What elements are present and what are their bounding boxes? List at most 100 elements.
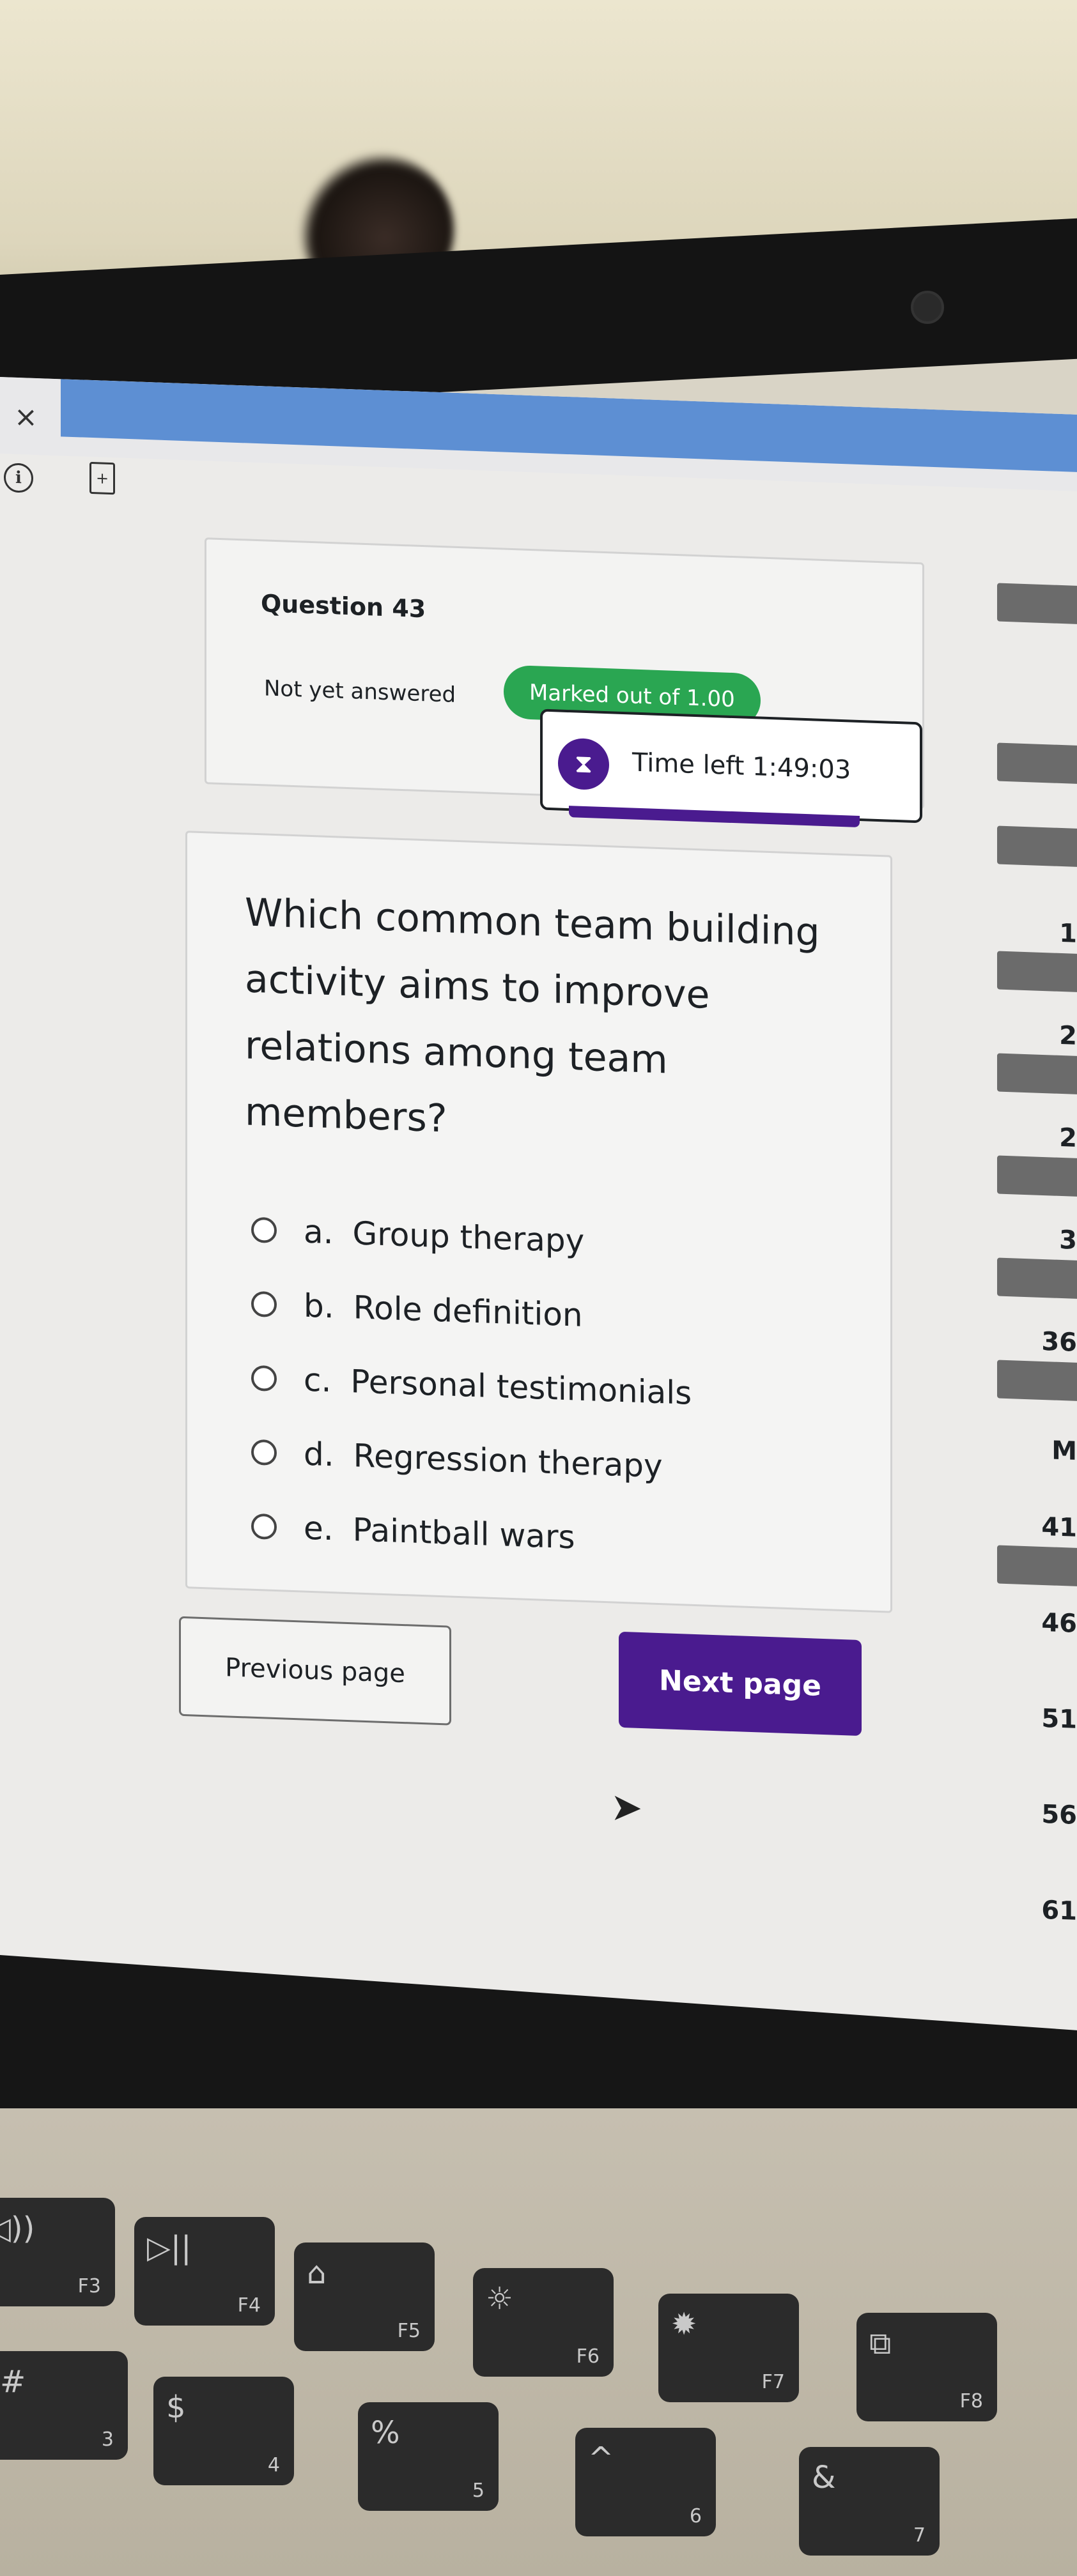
option-e[interactable]: e. Paintball wars — [251, 1489, 692, 1579]
display-icon: ⧉ — [869, 2326, 892, 2361]
key-symbol: $ — [166, 2389, 186, 2425]
nav-bar[interactable] — [997, 951, 1077, 992]
key-label: F5 — [397, 2320, 421, 2342]
nav-bar[interactable] — [997, 825, 1077, 867]
key-label: F3 — [77, 2275, 101, 2297]
option-text: Regression therapy — [353, 1437, 663, 1485]
nav-item-7[interactable]: 41 — [997, 1510, 1077, 1586]
key-symbol: % — [371, 2415, 400, 2451]
key-label: 7 — [913, 2524, 926, 2547]
nav-number: 36 — [1041, 1326, 1077, 1358]
key-7[interactable]: & 7 — [799, 2447, 940, 2556]
browser-tab-bar — [61, 379, 1077, 472]
key-4[interactable]: $ 4 — [153, 2377, 294, 2485]
radio-button[interactable] — [251, 1365, 277, 1392]
option-letter: c. — [304, 1361, 332, 1400]
laptop-keyboard: ◁)) F3 ▷|| F4 ⌂ F5 ☼ F6 ✹ F7 ⧉ F8 # 3 $ … — [0, 2108, 1077, 2576]
nav-item-1[interactable]: 1 — [997, 916, 1077, 992]
nav-item-9[interactable]: 51 — [997, 1702, 1077, 1735]
nav-bar[interactable] — [997, 1545, 1077, 1586]
key-label: 6 — [689, 2505, 702, 2527]
key-3[interactable]: # 3 — [0, 2351, 128, 2460]
nav-item-3[interactable]: 2 — [997, 1121, 1077, 1197]
nav-block[interactable] — [997, 820, 1077, 867]
key-f6[interactable]: ☼ F6 — [473, 2268, 614, 2377]
key-f8[interactable]: ⧉ F8 — [856, 2313, 997, 2421]
nav-item-5[interactable]: 36 — [997, 1325, 1077, 1401]
question-number: Question 43 — [261, 589, 426, 624]
play-pause-icon: ▷|| — [147, 2230, 192, 2266]
document-icon[interactable]: + — [89, 461, 115, 495]
radio-button[interactable] — [251, 1291, 277, 1318]
nav-number: 56 — [1041, 1799, 1077, 1830]
close-icon[interactable]: × — [14, 401, 38, 434]
radio-button[interactable] — [251, 1439, 277, 1466]
nav-bar[interactable] — [997, 1360, 1077, 1401]
nav-number: 1 — [1059, 918, 1077, 949]
mouse-cursor-icon: ➤ — [610, 1784, 643, 1831]
option-text: Group therapy — [352, 1215, 585, 1260]
nav-block[interactable] — [997, 737, 1077, 784]
laptop-screen: × i + Question 43 Not yet answered Marke… — [0, 377, 1077, 2063]
timer-label: Time left 1:49:03 — [632, 747, 851, 785]
radio-button[interactable] — [251, 1216, 277, 1244]
nav-bar[interactable] — [997, 742, 1077, 784]
key-label: 5 — [472, 2480, 484, 2502]
previous-page-button[interactable]: Previous page — [179, 1616, 451, 1726]
nav-bar[interactable] — [997, 583, 1077, 624]
nav-item-11[interactable]: 61 — [997, 1894, 1077, 1926]
key-f5[interactable]: ⌂ F5 — [294, 2242, 435, 2351]
nav-item-4[interactable]: 3 — [997, 1223, 1077, 1299]
nav-number: 2 — [1059, 1020, 1077, 1051]
nav-number: 46 — [1041, 1607, 1077, 1639]
answer-options: a. Group therapy b. Role definition c. P… — [251, 1193, 692, 1579]
option-letter: b. — [304, 1287, 334, 1326]
hourglass-icon: ⧗ — [558, 737, 609, 791]
key-symbol: ^ — [588, 2441, 614, 2476]
key-label: 3 — [101, 2428, 114, 2451]
option-text: Personal testimonials — [350, 1363, 692, 1412]
keyboard-light-icon: ⌂ — [307, 2255, 327, 2291]
key-f3[interactable]: ◁)) F3 — [0, 2198, 115, 2306]
nav-bar[interactable] — [997, 1257, 1077, 1299]
key-f4[interactable]: ▷|| F4 — [134, 2217, 275, 2326]
option-letter: d. — [304, 1435, 334, 1474]
nav-number: 3 — [1059, 1225, 1077, 1255]
key-label: F6 — [576, 2345, 600, 2368]
next-page-button[interactable]: Next page — [619, 1631, 862, 1736]
webcam-icon — [911, 291, 944, 324]
nav-item-6[interactable]: M — [997, 1434, 1077, 1466]
brightness-up-icon: ✹ — [671, 2306, 697, 2342]
nav-item-10[interactable]: 56 — [997, 1798, 1077, 1830]
nav-number: 61 — [1041, 1895, 1077, 1926]
quiz-navigation-panel: 1 2 2 3 36 M 41 46 51 56 61 — [997, 578, 1077, 2062]
nav-number: 51 — [1041, 1703, 1077, 1735]
radio-button[interactable] — [251, 1513, 277, 1540]
nav-item-2[interactable]: 2 — [997, 1018, 1077, 1094]
key-label: F8 — [959, 2390, 983, 2412]
option-letter: e. — [304, 1509, 334, 1548]
key-symbol: # — [0, 2364, 26, 2400]
question-text: Which common team building activity aims… — [245, 890, 820, 1142]
nav-number: 2 — [1059, 1123, 1077, 1153]
brightness-down-icon: ☼ — [486, 2281, 514, 2317]
volume-icon: ◁)) — [0, 2211, 35, 2246]
nav-number: M — [1051, 1436, 1077, 1466]
nav-number: 41 — [1041, 1512, 1077, 1543]
key-5[interactable]: % 5 — [358, 2402, 499, 2511]
key-label: F4 — [237, 2294, 261, 2317]
key-f7[interactable]: ✹ F7 — [658, 2294, 799, 2402]
info-icon[interactable]: i — [4, 463, 33, 493]
time-left-timer[interactable]: ⧗ Time left 1:49:03 — [540, 709, 922, 824]
nav-block[interactable] — [997, 578, 1077, 624]
option-text: Role definition — [353, 1289, 583, 1334]
key-symbol: & — [812, 2460, 836, 2496]
question-status: Not yet answered — [264, 675, 456, 708]
option-letter: a. — [304, 1213, 334, 1252]
nav-item-8[interactable]: 46 — [997, 1606, 1077, 1639]
key-label: 4 — [267, 2454, 280, 2476]
key-6[interactable]: ^ 6 — [575, 2428, 716, 2536]
nav-bar[interactable] — [997, 1053, 1077, 1094]
nav-bar[interactable] — [997, 1155, 1077, 1197]
question-card: Which common team building activity aims… — [185, 831, 892, 1613]
